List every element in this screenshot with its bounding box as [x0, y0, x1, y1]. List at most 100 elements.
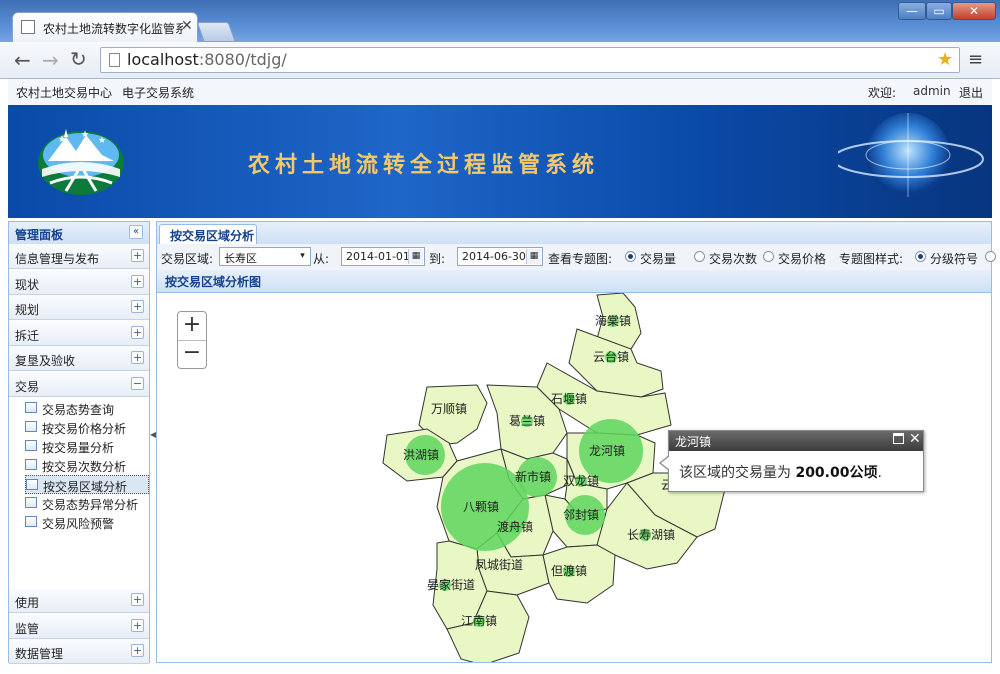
expand-icon[interactable]: +: [131, 274, 144, 288]
browser-menu-icon[interactable]: ≡: [968, 49, 983, 70]
globe-graphic-icon: [838, 113, 984, 197]
calendar-icon[interactable]: ▦: [408, 249, 423, 264]
tree-item-label: 交易态势异常分析: [42, 498, 139, 512]
accordion-section[interactable]: 规划 +: [9, 295, 149, 320]
town-label: 长寿湖镇: [627, 527, 675, 542]
accordion-section[interactable]: 监管 +: [9, 613, 149, 639]
link-land-trading-center[interactable]: 农村土地交易中心: [16, 84, 112, 101]
town-label: 云台镇: [593, 349, 629, 364]
town-label: 凤城街道: [475, 558, 523, 572]
tree-item[interactable]: 按交易价格分析: [25, 418, 149, 437]
town-label: 晏家街道: [427, 577, 475, 592]
radio-graduated-symbol[interactable]: [915, 251, 926, 262]
document-list-icon: [25, 402, 37, 413]
analysis-panel-title: 按交易区域分析图: [165, 275, 262, 289]
to-date-value: 2014-06-30: [462, 250, 526, 263]
browser-tab-title: 农村土地流转数字化监管系统: [43, 22, 183, 36]
forward-arrow-icon[interactable]: →: [42, 48, 59, 72]
style-label: 专题图样式:: [839, 252, 904, 266]
maximize-icon[interactable]: [893, 433, 904, 444]
expand-icon[interactable]: +: [131, 644, 144, 657]
accordion-section[interactable]: 数据管理 +: [9, 639, 149, 664]
popup-text: 该区域的交易量为: [679, 465, 796, 481]
accordion-label: 使用: [15, 596, 40, 610]
logout-link[interactable]: 退出: [959, 84, 983, 101]
popup-pointer-inner: [661, 456, 670, 470]
radio-count-label: 交易次数: [709, 252, 758, 266]
tree-item-label: 按交易价格分析: [42, 422, 127, 436]
bookmark-star-icon[interactable]: ★: [937, 49, 953, 70]
collapse-left-icon[interactable]: «: [129, 225, 143, 239]
page-icon: [109, 53, 120, 67]
tab-area-analysis[interactable]: 按交易区域分析: [159, 224, 257, 244]
town-label: 双龙镇: [563, 474, 599, 488]
from-date-field[interactable]: 2014-01-01 ▦: [341, 247, 425, 266]
radio-volume[interactable]: [625, 251, 636, 262]
window-close-button[interactable]: ✕: [952, 2, 996, 20]
town-label: 龙河镇: [589, 444, 625, 458]
radio-count[interactable]: [694, 251, 705, 262]
to-date-field[interactable]: 2014-06-30 ▦: [457, 247, 543, 266]
user-name[interactable]: admin: [913, 84, 951, 98]
tree-item[interactable]: 按交易量分析: [25, 437, 149, 456]
accordion-label: 复垦及验收: [15, 354, 76, 368]
tab-close-icon[interactable]: ✕: [181, 18, 193, 34]
management-panel-title: 管理面板: [15, 228, 64, 242]
radio-price[interactable]: [763, 251, 774, 262]
area-label: 交易区域:: [161, 252, 214, 266]
tree-item[interactable]: 交易态势异常分析: [25, 494, 149, 513]
expand-icon[interactable]: +: [131, 593, 144, 606]
from-label: 从:: [313, 252, 330, 266]
tab-label: 按交易区域分析: [170, 229, 255, 243]
town-label: 八颗镇: [463, 500, 499, 514]
address-bar[interactable]: localhost:8080/tdjg/ ★: [100, 47, 960, 73]
window-maximize-button[interactable]: ▭: [926, 2, 952, 20]
expand-icon[interactable]: +: [131, 618, 144, 632]
area-select[interactable]: 长寿区 ▾: [219, 247, 311, 266]
zoom-in-button[interactable]: +: [178, 312, 206, 341]
accordion-label: 监管: [15, 621, 40, 636]
accordion-section[interactable]: 复垦及验收 +: [9, 346, 149, 371]
accordion-label: 交易: [15, 379, 40, 394]
expand-icon[interactable]: +: [131, 325, 144, 339]
town-label: 石堰镇: [551, 392, 587, 406]
tree-item-label: 按交易量分析: [42, 441, 115, 455]
tab-strip: 按交易区域分析: [157, 222, 991, 245]
document-list-icon: [25, 459, 37, 470]
reload-icon[interactable]: ↻: [70, 47, 87, 71]
tree-item[interactable]: 交易风险预警: [25, 513, 149, 532]
link-e-trading-system[interactable]: 电子交易系统: [122, 84, 194, 101]
zoom-out-button[interactable]: −: [178, 341, 206, 369]
accordion-section[interactable]: 现状 +: [9, 269, 149, 295]
popup-period: .: [877, 465, 882, 481]
page-favicon-icon: [21, 20, 35, 34]
accordion-label: 信息管理与发布: [15, 252, 100, 266]
svg-text:★: ★: [81, 130, 89, 140]
browser-tab[interactable]: 农村土地流转数字化监管系统 ✕: [12, 12, 198, 42]
window-minimize-button[interactable]: —: [898, 2, 926, 20]
to-label: 到:: [429, 252, 446, 266]
town-label: 万顺镇: [431, 402, 467, 416]
welcome-label: 欢迎:: [868, 86, 897, 100]
expand-icon[interactable]: +: [131, 300, 144, 313]
expand-icon[interactable]: +: [131, 351, 144, 364]
chevron-down-icon[interactable]: ▾: [296, 249, 309, 264]
collapse-icon[interactable]: −: [131, 376, 144, 390]
radio-style-next[interactable]: [985, 251, 996, 262]
address-url: localhost:8080/tdjg/: [127, 50, 287, 69]
tree-item[interactable]: 按交易次数分析: [25, 456, 149, 475]
info-popup: 龙河镇 ✕ 该区域的交易量为 200.00公顷.: [659, 430, 924, 492]
accordion-open[interactable]: 交易 −: [9, 371, 149, 397]
accordion-section[interactable]: 拆迁 +: [9, 320, 149, 346]
document-list-icon: [25, 497, 37, 508]
new-tab-button[interactable]: [196, 22, 236, 41]
accordion-section[interactable]: 使用 +: [9, 588, 149, 613]
back-arrow-icon[interactable]: ←: [14, 48, 31, 72]
tree-item[interactable]: 交易态势查询: [25, 399, 149, 418]
tree-item[interactable]: 按交易区域分析: [25, 475, 149, 494]
accordion-section[interactable]: 信息管理与发布 +: [9, 244, 149, 269]
town-label: 江南镇: [461, 613, 497, 628]
close-icon[interactable]: ✕: [909, 431, 921, 447]
expand-icon[interactable]: +: [131, 249, 144, 262]
calendar-icon[interactable]: ▦: [526, 249, 541, 264]
